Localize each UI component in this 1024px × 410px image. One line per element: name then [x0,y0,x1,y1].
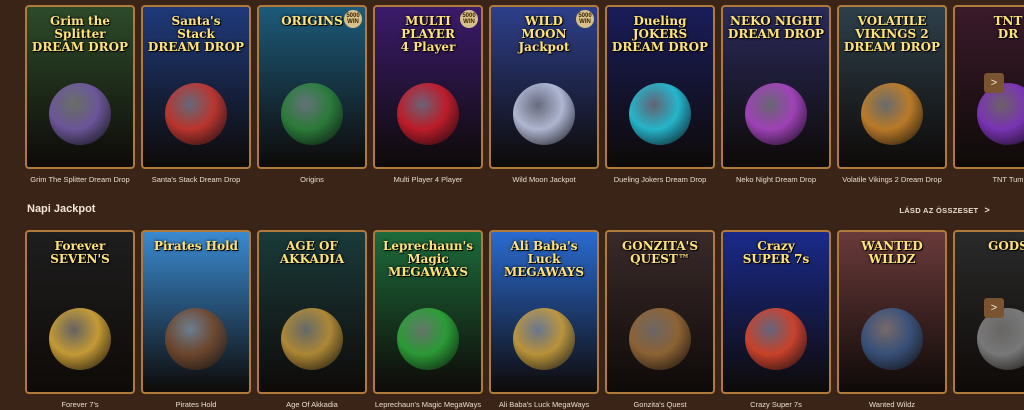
game-thumbnail[interactable]: Santa's Stack DREAM DROP [141,5,251,169]
game-title[interactable]: Grim The Splitter Dream Drop [25,175,135,184]
game-card[interactable]: Santa's Stack DREAM DROP Santa's Stack Dr… [141,5,251,184]
game-title[interactable]: Wild Moon Jackpot [489,175,599,184]
row-next-arrow[interactable]: > [984,298,1004,318]
game-thumbnail[interactable]: Leprechaun's Magic MEGAWAYS [373,230,483,394]
game-logo: NEKO NIGHT DREAM DROP [727,14,825,41]
game-title[interactable]: Pirates Hold [141,400,251,409]
win-badge: 5000 WIN [576,10,594,28]
game-thumbnail[interactable]: MULTI PLAYER 4 Player 5000 WIN [373,5,483,169]
game-card[interactable]: NEKO NIGHT DREAM DROP Neko Night Dream Dr… [721,5,831,184]
game-card[interactable]: Pirates Hold Pirates Hold [141,230,251,409]
game-thumbnail[interactable]: Forever SEVEN'S [25,230,135,394]
game-card[interactable]: ORIGINS 5000 WIN Origins [257,5,367,184]
game-thumbnail[interactable]: GONZITA'S QUEST™ [605,230,715,394]
game-thumbnail[interactable]: Dueling JOKERS DREAM DROP [605,5,715,169]
game-art-figure [861,308,923,370]
game-title[interactable]: Ali Baba's Luck MegaWays [489,400,599,409]
game-art-figure [165,308,227,370]
game-card[interactable]: Ali Baba's Luck MEGAWAYS Ali Baba's Luck … [489,230,599,409]
game-logo: WANTED WILDZ [861,239,923,266]
game-logo: Crazy SUPER 7s [742,239,810,266]
game-title[interactable]: Gonzita's Quest [605,400,715,409]
see-all-link[interactable]: LÁSD AZ ÖSSZESET > [899,205,990,215]
game-art-figure [629,308,691,370]
game-art-figure [49,308,111,370]
game-card[interactable]: Dueling JOKERS DREAM DROP Dueling Jokers … [605,5,715,184]
game-title[interactable]: TNT Tum [953,175,1024,184]
game-title[interactable]: Leprechaun's Magic MegaWays [373,400,483,409]
game-card[interactable]: MULTI PLAYER 4 Player 5000 WIN Multi Playe… [373,5,483,184]
game-card[interactable]: WANTED WILDZ Wanted Wildz [837,230,947,409]
game-thumbnail[interactable]: Crazy SUPER 7s [721,230,831,394]
game-logo: Forever SEVEN'S [50,239,110,266]
game-art-figure [49,83,111,145]
game-thumbnail[interactable]: WANTED WILDZ [837,230,947,394]
game-title[interactable]: Crazy Super 7s [721,400,831,409]
game-title[interactable]: Dueling Jokers Dream Drop [605,175,715,184]
section-title: Napi Jackpot [27,203,96,215]
game-thumbnail[interactable]: VOLATILE VIKINGS 2 DREAM DROP [837,5,947,169]
game-thumbnail[interactable]: AGE OF AKKADIA [257,230,367,394]
game-thumbnail[interactable]: WILD MOON Jackpot 5000 WIN [489,5,599,169]
game-thumbnail[interactable]: ORIGINS 5000 WIN [257,5,367,169]
game-logo: GONZITA'S QUEST™ [622,239,698,266]
game-card[interactable]: Leprechaun's Magic MEGAWAYS Leprechaun's … [373,230,483,409]
game-title[interactable]: Volatile Vikings 2 Dream Drop [837,175,947,184]
game-logo: GODS [988,239,1024,253]
game-logo: Leprechaun's Magic MEGAWAYS [382,239,474,279]
row-next-arrow[interactable]: > [984,73,1004,93]
game-logo: AGE OF AKKADIA [279,239,345,266]
game-card[interactable]: Grim the Splitter DREAM DROP Grim The Spl… [25,5,135,184]
game-art-figure [165,83,227,145]
game-art-figure [745,83,807,145]
game-thumbnail[interactable]: Ali Baba's Luck MEGAWAYS [489,230,599,394]
game-logo: VOLATILE VIKINGS 2 DREAM DROP [843,14,941,54]
game-art-figure [513,83,575,145]
game-card[interactable]: TNT DR TNT Tum [953,5,1024,184]
game-art-figure [513,308,575,370]
game-card[interactable]: Crazy SUPER 7s Crazy Super 7s [721,230,831,409]
win-badge: 5000 WIN [344,10,362,28]
game-row-napi-jackpot: Forever SEVEN'S Forever 7's Pirates Hold Pi… [25,230,1024,409]
game-title[interactable]: Neko Night Dream Drop [721,175,831,184]
game-title[interactable]: Wanted Wildz [837,400,947,409]
game-logo: Grim the Splitter DREAM DROP [31,14,129,54]
game-art-figure [397,83,459,145]
game-art-figure [397,308,459,370]
game-row-featured: Grim the Splitter DREAM DROP Grim The Spl… [25,5,1024,184]
game-card[interactable]: GONZITA'S QUEST™ Gonzita's Quest [605,230,715,409]
game-art-figure [281,308,343,370]
game-title[interactable]: Multi Player 4 Player [373,175,483,184]
game-thumbnail[interactable]: NEKO NIGHT DREAM DROP [721,5,831,169]
game-logo: Pirates Hold [153,239,239,253]
game-logo: Santa's Stack DREAM DROP [147,14,245,54]
chevron-right-icon: > [984,205,990,215]
game-card[interactable]: AGE OF AKKADIA Age Of Akkadia [257,230,367,409]
game-thumbnail[interactable]: Pirates Hold [141,230,251,394]
win-badge: 5000 WIN [460,10,478,28]
game-logo: Dueling JOKERS DREAM DROP [611,14,709,54]
game-card[interactable]: GODS [953,230,1024,409]
game-title[interactable]: Age Of Akkadia [257,400,367,409]
game-title[interactable]: Forever 7's [25,400,135,409]
game-art-figure [861,83,923,145]
game-art-figure [281,83,343,145]
see-all-label: LÁSD AZ ÖSSZESET [899,206,979,215]
game-logo: TNT DR [993,14,1023,41]
game-title[interactable]: Origins [257,175,367,184]
game-art-figure [629,83,691,145]
game-thumbnail[interactable]: Grim the Splitter DREAM DROP [25,5,135,169]
game-art-figure [745,308,807,370]
game-card[interactable]: VOLATILE VIKINGS 2 DREAM DROP Volatile Vi… [837,5,947,184]
game-title[interactable]: Santa's Stack Dream Drop [141,175,251,184]
game-card[interactable]: WILD MOON Jackpot 5000 WIN Wild Moon Jackp… [489,5,599,184]
game-card[interactable]: Forever SEVEN'S Forever 7's [25,230,135,409]
game-logo: Ali Baba's Luck MEGAWAYS [503,239,585,279]
